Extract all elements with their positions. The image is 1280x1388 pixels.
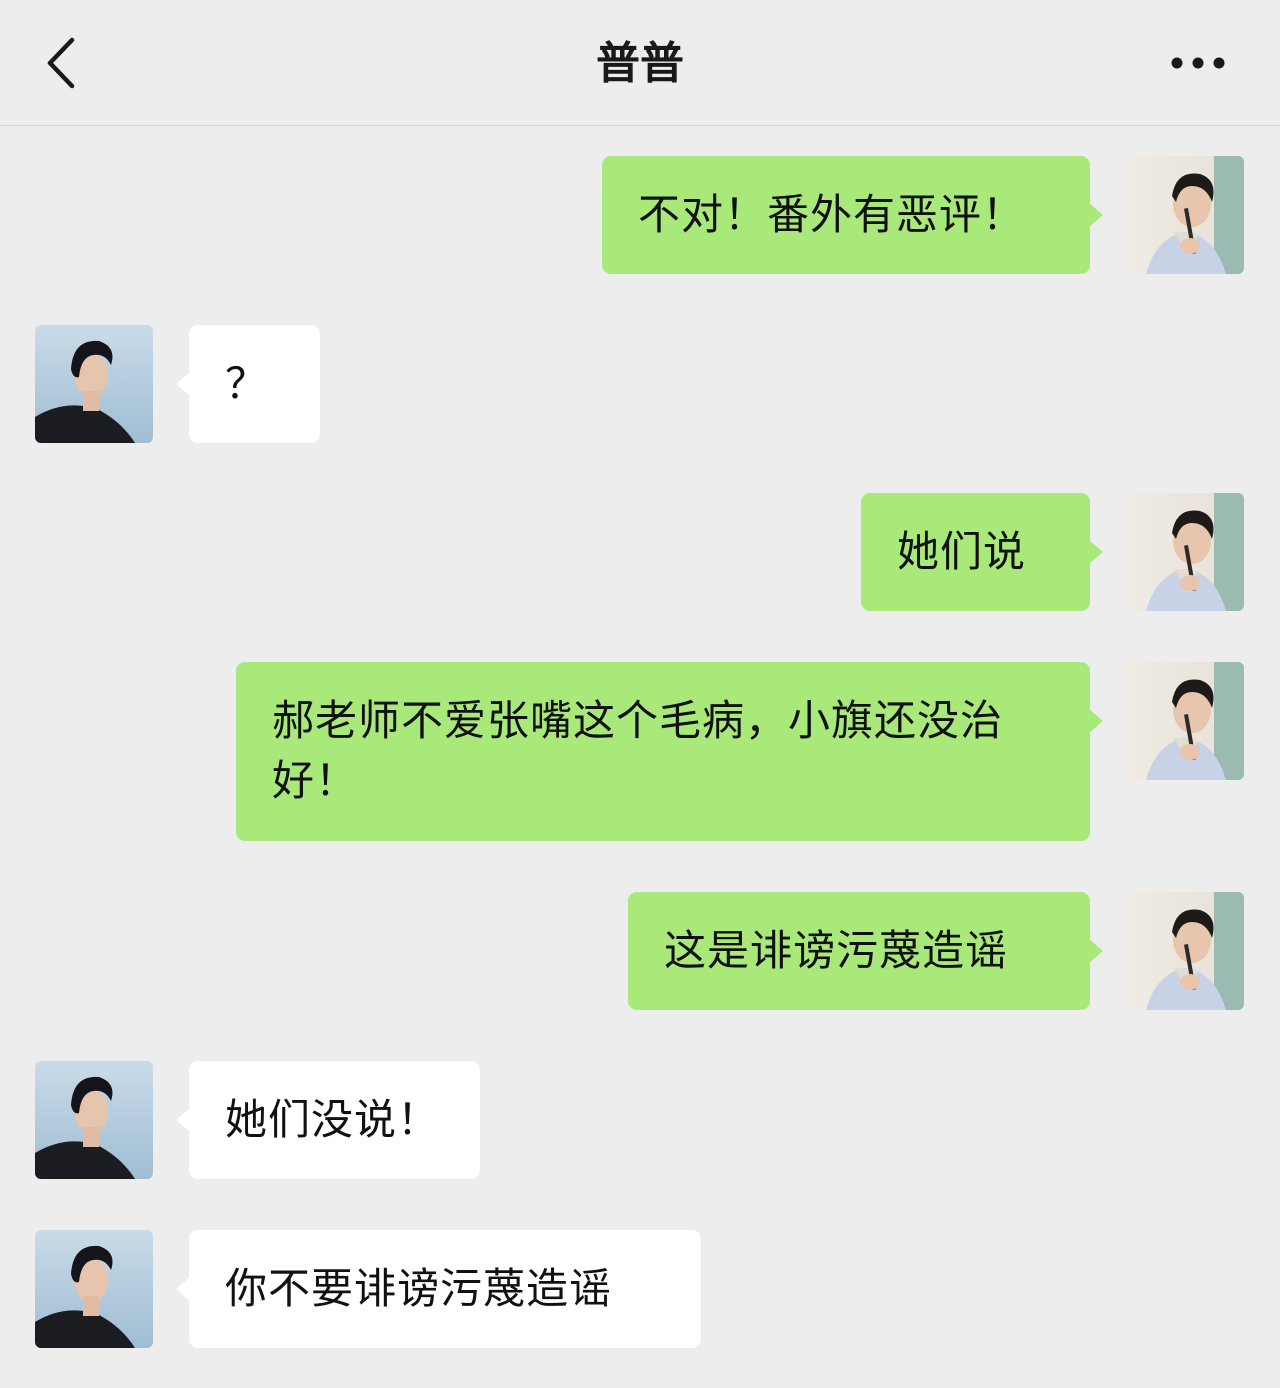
message-row: 不对！番外有恶评！ xyxy=(0,156,1280,275)
message-bubble-received[interactable]: ？ xyxy=(176,325,320,443)
message-bubble-sent[interactable]: 她们说 xyxy=(861,493,1103,611)
my-avatar[interactable] xyxy=(1126,662,1244,780)
my-avatar[interactable] xyxy=(1126,493,1244,611)
message-row: 这是诽谤污蔑造谣 xyxy=(0,892,1280,1011)
chat-header: 普普 xyxy=(0,0,1280,126)
message-row: ？ xyxy=(0,325,1280,444)
message-bubble-sent[interactable]: 不对！番外有恶评！ xyxy=(602,156,1103,274)
chat-title: 普普 xyxy=(596,38,684,89)
message-bubble-sent[interactable]: 这是诽谤污蔑造谣 xyxy=(628,892,1103,1010)
contact-avatar[interactable] xyxy=(35,1230,153,1348)
contact-avatar[interactable] xyxy=(35,325,153,443)
message-row: 她们说 xyxy=(0,493,1280,612)
message-row: 你不要诽谤污蔑造谣 xyxy=(0,1230,1280,1349)
more-dots-icon xyxy=(1171,57,1225,69)
message-row: 她们没说！ xyxy=(0,1061,1280,1180)
my-avatar[interactable] xyxy=(1126,892,1244,1010)
my-avatar[interactable] xyxy=(1126,156,1244,274)
contact-avatar[interactable] xyxy=(35,1061,153,1179)
message-row: 郝老师不爱张嘴这个毛病，小旗还没治好！ xyxy=(0,662,1280,842)
message-bubble-sent[interactable]: 郝老师不爱张嘴这个毛病，小旗还没治好！ xyxy=(236,662,1103,841)
message-bubble-received[interactable]: 她们没说！ xyxy=(176,1061,480,1179)
message-bubble-received[interactable]: 你不要诽谤污蔑造谣 xyxy=(176,1230,701,1348)
more-button[interactable] xyxy=(1162,40,1236,86)
